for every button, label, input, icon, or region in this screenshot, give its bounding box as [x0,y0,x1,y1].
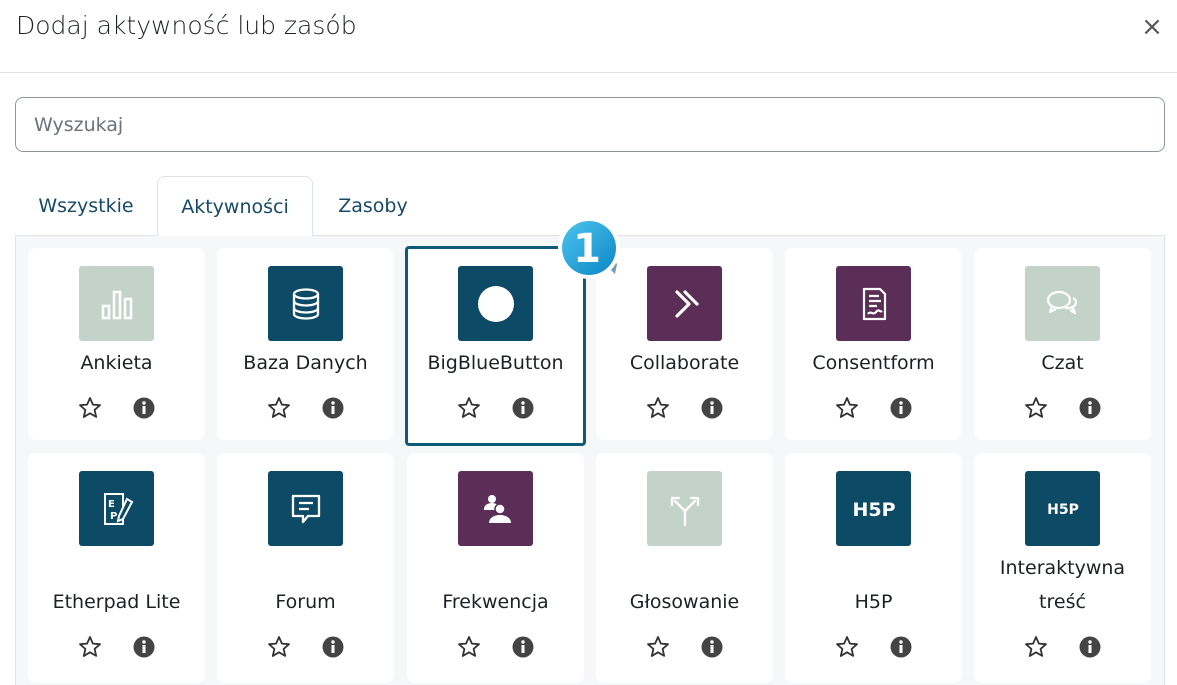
card-name-line1: Interaktywna [999,557,1126,579]
card-consentform[interactable]: Consentform [785,248,962,440]
card-etherpad-lite[interactable]: EP Etherpad Lite [28,453,205,683]
card-name-line2: treść [1039,591,1086,613]
card-name: Etherpad Lite [52,591,181,613]
h5p-small-icon: H5P [1025,471,1100,546]
info-icon[interactable] [701,636,723,658]
star-icon[interactable] [646,396,670,420]
star-icon[interactable] [646,635,670,659]
svg-text:E: E [108,499,115,510]
card-name: BigBlueButton [427,352,564,374]
info-icon[interactable] [701,397,723,419]
info-icon[interactable] [1079,636,1101,658]
search-input[interactable] [15,97,1165,152]
star-icon[interactable] [835,635,859,659]
star-icon[interactable] [835,396,859,420]
signed-document-icon [836,266,911,341]
star-icon[interactable] [267,635,291,659]
info-icon[interactable] [1079,397,1101,419]
tab-resources[interactable]: Zasoby [313,176,433,236]
card-czat[interactable]: Czat [974,248,1151,440]
circle-icon [458,266,533,341]
svg-text:P: P [110,511,117,522]
svg-text:H5P: H5P [852,499,895,521]
split-arrows-icon [647,471,722,546]
card-name: Consentform [812,352,935,374]
star-icon[interactable] [457,635,481,659]
card-name: Baza Danych [243,352,368,374]
chevron-right-icon [647,266,722,341]
card-name: Głosowanie [629,591,740,613]
card-ankieta[interactable]: Ankieta [28,248,205,440]
bar-chart-icon [79,266,154,341]
info-icon[interactable] [890,397,912,419]
card-frekwencja[interactable]: Frekwencja [407,453,584,683]
star-icon[interactable] [1024,396,1048,420]
attendance-icon [458,471,533,546]
chat-bubbles-icon [1025,266,1100,341]
card-name: Czat [1041,352,1084,374]
card-forum[interactable]: Forum [217,453,394,683]
star-icon[interactable] [78,635,102,659]
card-name: Frekwencja [442,591,549,613]
card-interaktywna-tresc[interactable]: H5P Interaktywna treść [974,453,1151,683]
activity-grid: Ankieta Baza Danych BigBlueButton Collab… [15,235,1165,685]
modal-header: Dodaj aktywność lub zasób × [0,0,1177,73]
card-name: H5P [854,591,893,613]
add-activity-modal: Dodaj aktywność lub zasób × Wszystkie Ak… [0,0,1177,685]
info-icon[interactable] [512,636,534,658]
modal-title: Dodaj aktywność lub zasób [16,11,357,40]
star-icon[interactable] [457,396,481,420]
h5p-icon: H5P [836,471,911,546]
svg-text:1: 1 [573,226,601,272]
etherpad-icon: EP [79,471,154,546]
svg-text:H5P: H5P [1047,502,1079,518]
star-icon[interactable] [78,396,102,420]
card-baza-danych[interactable]: Baza Danych [217,248,394,440]
info-icon[interactable] [890,636,912,658]
info-icon[interactable] [322,397,344,419]
card-name: Forum [275,591,336,613]
info-icon[interactable] [512,397,534,419]
database-icon [268,266,343,341]
info-icon[interactable] [133,397,155,419]
info-icon[interactable] [133,636,155,658]
star-icon[interactable] [267,396,291,420]
tab-all[interactable]: Wszystkie [16,176,156,236]
message-icon [268,471,343,546]
info-icon[interactable] [322,636,344,658]
tab-activities[interactable]: Aktywności [157,176,313,236]
card-name: Ankieta [80,352,153,374]
star-icon[interactable] [1024,635,1048,659]
step-badge: 1 [558,217,620,279]
card-glosowanie[interactable]: Głosowanie [596,453,773,683]
card-name: Collaborate [629,352,740,374]
card-h5p[interactable]: H5P H5P [785,453,962,683]
close-icon[interactable]: × [1139,12,1165,42]
